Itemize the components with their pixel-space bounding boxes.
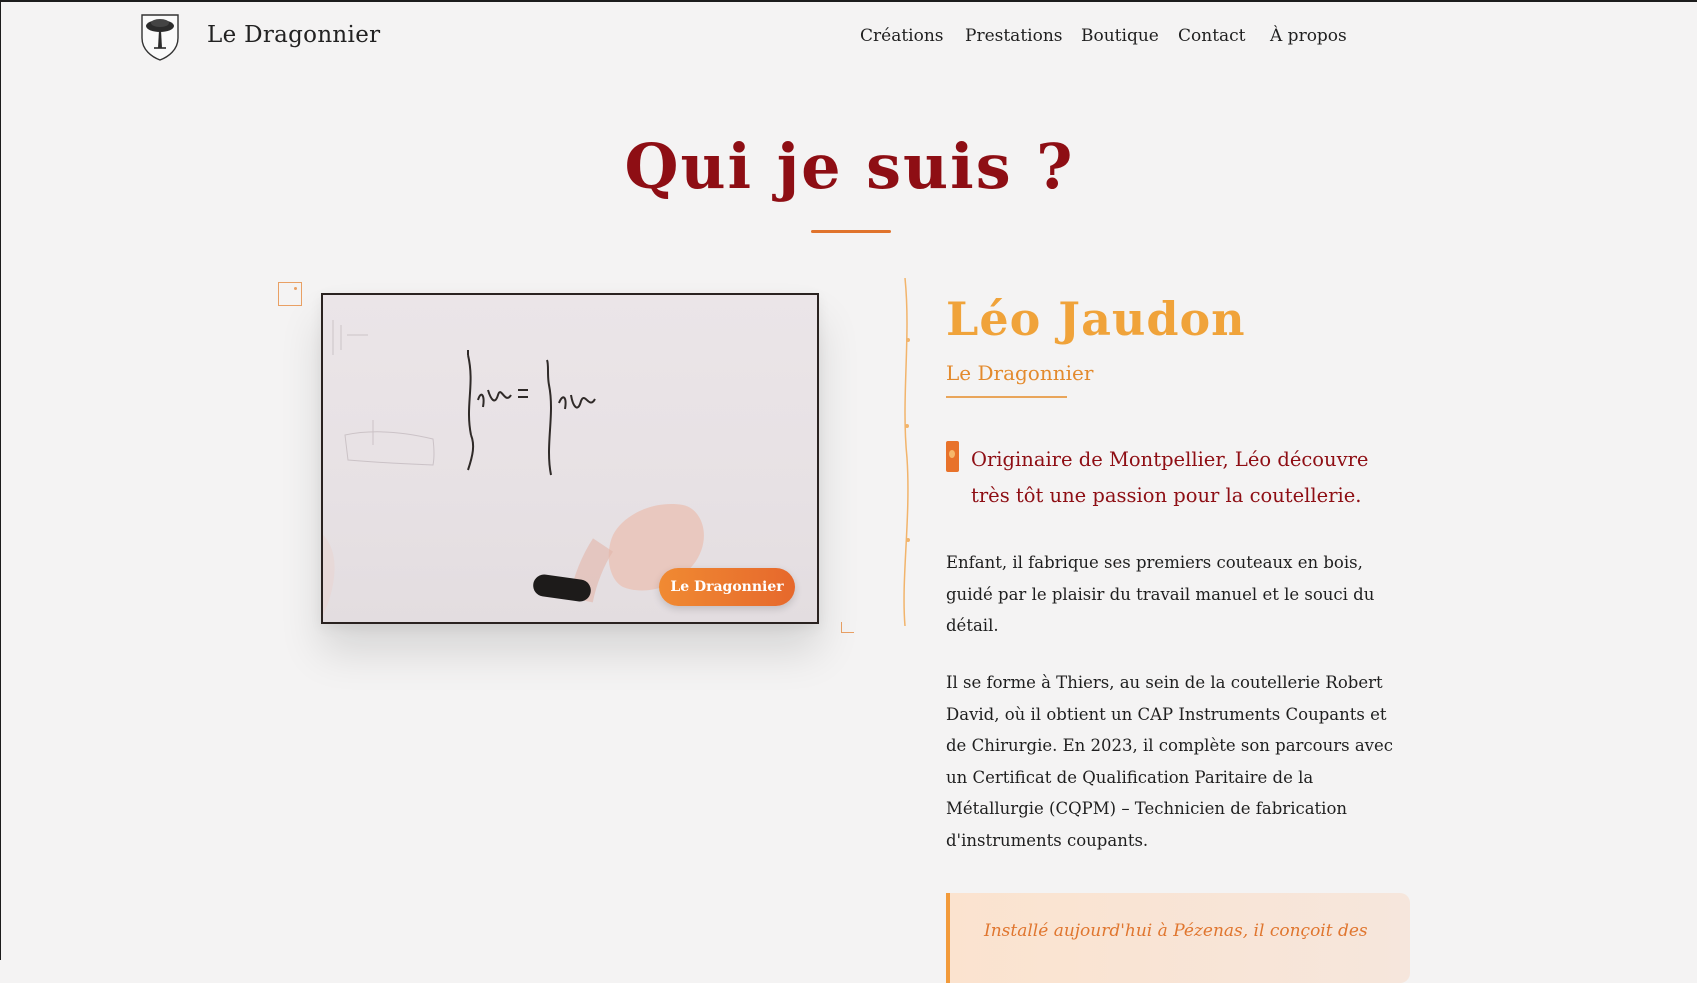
decorative-corner-square	[278, 282, 302, 306]
profile-photo: Le Dragonnier	[321, 293, 819, 624]
person-name: Léo Jaudon	[946, 292, 1246, 346]
bio-paragraph-2: Il se forme à Thiers, au sein de la cout…	[946, 673, 1393, 850]
nav-a-propos[interactable]: À propos	[1270, 26, 1347, 46]
bio-paragraph-1: Enfant, il fabrique ses premiers couteau…	[946, 553, 1375, 635]
nav-prestations[interactable]: Prestations	[965, 26, 1063, 46]
intro-quote: Originaire de Montpellier, Léo découvre …	[971, 448, 1369, 507]
photo-badge[interactable]: Le Dragonnier	[659, 568, 795, 606]
quote-marker-icon	[946, 441, 959, 472]
callout-text: Installé aujourd'hui à Pézenas, il conço…	[984, 921, 1368, 941]
nav-contact[interactable]: Contact	[1178, 26, 1246, 46]
person-role: Le Dragonnier	[946, 361, 1094, 385]
role-underline	[946, 396, 1067, 398]
title-underline	[811, 230, 891, 233]
nav-creations[interactable]: Créations	[860, 26, 944, 46]
decorative-corner-bracket	[841, 622, 854, 633]
nav-boutique[interactable]: Boutique	[1081, 26, 1159, 46]
site-header: Le Dragonnier Créations Prestations Bout…	[1, 2, 1697, 76]
corner-dot	[294, 287, 297, 290]
decorative-wave-divider	[903, 278, 910, 626]
main-nav: Créations Prestations Boutique Contact À…	[1, 26, 1697, 56]
page-title: Qui je suis ?	[624, 130, 1075, 203]
callout-box: Installé aujourd'hui à Pézenas, il conço…	[946, 893, 1410, 983]
